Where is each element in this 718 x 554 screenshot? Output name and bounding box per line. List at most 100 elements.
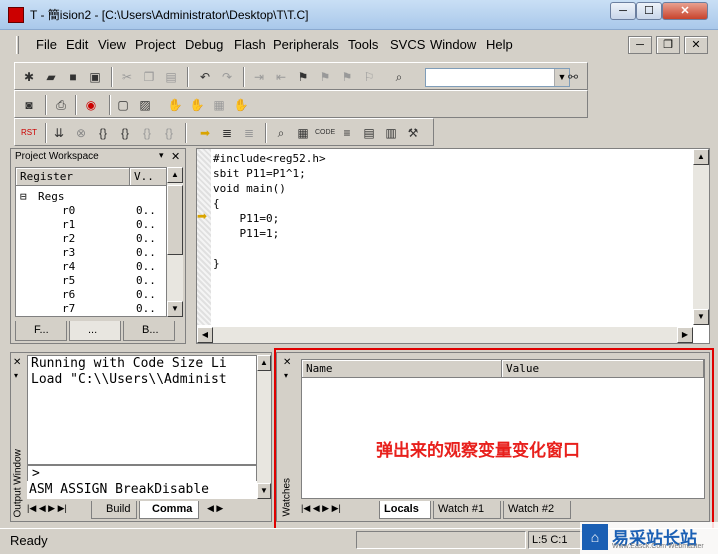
register-value[interactable]: 0..: [136, 302, 156, 315]
maximize-button[interactable]: ☐: [636, 2, 662, 20]
trace-icon[interactable]: ≣: [217, 123, 237, 143]
menu-view[interactable]: View: [98, 37, 126, 52]
code-coverage-icon[interactable]: CODE: [315, 123, 335, 143]
menu-window[interactable]: Window: [430, 37, 476, 52]
close-button[interactable]: ✕: [662, 2, 708, 20]
menu-file[interactable]: File: [36, 37, 57, 52]
hand-icon[interactable]: ✋: [165, 95, 185, 115]
memory-icon[interactable]: ≡: [337, 123, 357, 143]
column-value[interactable]: V..: [130, 168, 166, 186]
scroll-up-icon[interactable]: ▲: [257, 355, 271, 371]
copy-icon[interactable]: ❐: [139, 67, 159, 87]
close-icon[interactable]: ✕: [171, 150, 180, 163]
hand-stop-icon[interactable]: ✋: [187, 95, 207, 115]
menu-peripherals[interactable]: Peripherals: [273, 37, 339, 52]
debug-session-icon[interactable]: ◉: [81, 95, 101, 115]
register-value[interactable]: 0..: [136, 274, 156, 287]
menu-tools[interactable]: Tools: [348, 37, 378, 52]
register-value[interactable]: 0..: [136, 218, 156, 231]
kill-breakpoints-icon[interactable]: ✋: [231, 95, 251, 115]
find-combo[interactable]: ▼: [425, 68, 570, 87]
cut-icon[interactable]: ✂: [117, 67, 137, 87]
mdi-restore-button[interactable]: ❐: [656, 36, 680, 54]
menu-debug[interactable]: Debug: [185, 37, 223, 52]
load-icon[interactable]: ◙: [19, 95, 39, 115]
scroll-up-icon[interactable]: ▲: [693, 149, 709, 165]
register-name[interactable]: r6: [62, 288, 75, 301]
code-editor[interactable]: ➡ #include<reg52.h> sbit P11=P1^1; void …: [196, 148, 710, 344]
pin-icon[interactable]: ▾: [159, 150, 164, 161]
trace-records-icon[interactable]: ≣: [239, 123, 259, 143]
register-name[interactable]: r0: [62, 204, 75, 217]
disassembly-icon[interactable]: ⌕: [271, 123, 291, 143]
menu-flash[interactable]: Flash: [234, 37, 266, 52]
save-icon[interactable]: ■: [63, 67, 83, 87]
minimize-button[interactable]: ─: [610, 2, 636, 20]
paste-icon[interactable]: ▤: [161, 67, 181, 87]
breakpoint-disable-icon[interactable]: ▦: [209, 95, 229, 115]
mdi-minimize-button[interactable]: ─: [628, 36, 652, 54]
bookmark-icon[interactable]: ⚑: [293, 67, 313, 87]
workspace-scrollbar[interactable]: ▲ ▼: [167, 167, 183, 317]
scroll-right-icon[interactable]: ▶: [677, 327, 693, 343]
run-icon[interactable]: ⇊: [49, 123, 69, 143]
redo-icon[interactable]: ↷: [217, 67, 237, 87]
column-register[interactable]: Register: [16, 168, 130, 186]
image-icon[interactable]: ▨: [135, 95, 155, 115]
tab-command[interactable]: Comma: [139, 501, 199, 519]
register-value[interactable]: 0..: [136, 288, 156, 301]
scroll-down-icon[interactable]: ▼: [693, 309, 709, 325]
clear-bookmarks-icon[interactable]: ⚐: [359, 67, 379, 87]
register-value[interactable]: 0..: [136, 246, 156, 259]
register-name[interactable]: r3: [62, 246, 75, 259]
menu-project[interactable]: Project: [135, 37, 175, 52]
next-bookmark-icon[interactable]: ⚑: [337, 67, 357, 87]
register-name[interactable]: r4: [62, 260, 75, 273]
tab-files[interactable]: F...: [15, 321, 67, 341]
menu-svcs[interactable]: SVCS: [390, 37, 425, 52]
run-to-cursor-icon[interactable]: {}: [159, 123, 179, 143]
close-icon[interactable]: ✕: [13, 357, 21, 368]
mdi-close-button[interactable]: ✕: [684, 36, 708, 54]
print-icon[interactable]: ⎙: [51, 95, 71, 115]
open-folder-icon[interactable]: ▰: [41, 67, 61, 87]
step-into-icon[interactable]: {}: [93, 123, 113, 143]
toolbox-icon[interactable]: ⚒: [403, 123, 423, 143]
editor-gutter[interactable]: [197, 149, 211, 325]
performance-icon[interactable]: ▥: [381, 123, 401, 143]
menu-help[interactable]: Help: [486, 37, 513, 52]
step-out-icon[interactable]: {}: [137, 123, 157, 143]
tab-books[interactable]: B...: [123, 321, 175, 341]
scroll-left-icon[interactable]: ◀: [197, 327, 213, 343]
register-value[interactable]: 0..: [136, 204, 156, 217]
pin-icon[interactable]: ▾: [14, 371, 18, 380]
scroll-thumb[interactable]: [167, 185, 183, 255]
prev-bookmark-icon[interactable]: ⚑: [315, 67, 335, 87]
tab-scroll-icon[interactable]: ◀ ▶: [207, 503, 223, 514]
register-name[interactable]: r7: [62, 302, 75, 315]
window-icon[interactable]: ▢: [113, 95, 133, 115]
watch-window-icon[interactable]: ▦: [293, 123, 313, 143]
editor-scrollbar[interactable]: ▲ ▼: [693, 149, 709, 325]
show-next-icon[interactable]: ➡: [195, 123, 215, 143]
find-in-files-icon[interactable]: ⌕: [389, 67, 409, 87]
register-name[interactable]: r5: [62, 274, 75, 287]
output-scrollbar[interactable]: ▲ ▼: [257, 355, 271, 499]
tab-nav-icon[interactable]: |◀ ◀ ▶ ▶|: [27, 503, 67, 514]
collapse-icon[interactable]: ⊟: [20, 190, 27, 203]
tab-build[interactable]: Build: [91, 501, 137, 519]
binoculars-icon[interactable]: ⚯: [563, 67, 583, 87]
undo-icon[interactable]: ↶: [195, 67, 215, 87]
register-value[interactable]: 0..: [136, 232, 156, 245]
scroll-down-icon[interactable]: ▼: [257, 483, 271, 499]
scroll-down-icon[interactable]: ▼: [167, 301, 183, 317]
menu-edit[interactable]: Edit: [66, 37, 88, 52]
register-name[interactable]: r1: [62, 218, 75, 231]
indent-icon[interactable]: ⇥: [249, 67, 269, 87]
editor-hscrollbar[interactable]: ◀ ▶: [197, 327, 693, 343]
step-over-icon[interactable]: {}: [115, 123, 135, 143]
register-name[interactable]: r2: [62, 232, 75, 245]
stop-icon[interactable]: ⊗: [71, 123, 91, 143]
scroll-up-icon[interactable]: ▲: [167, 167, 183, 183]
unindent-icon[interactable]: ⇤: [271, 67, 291, 87]
